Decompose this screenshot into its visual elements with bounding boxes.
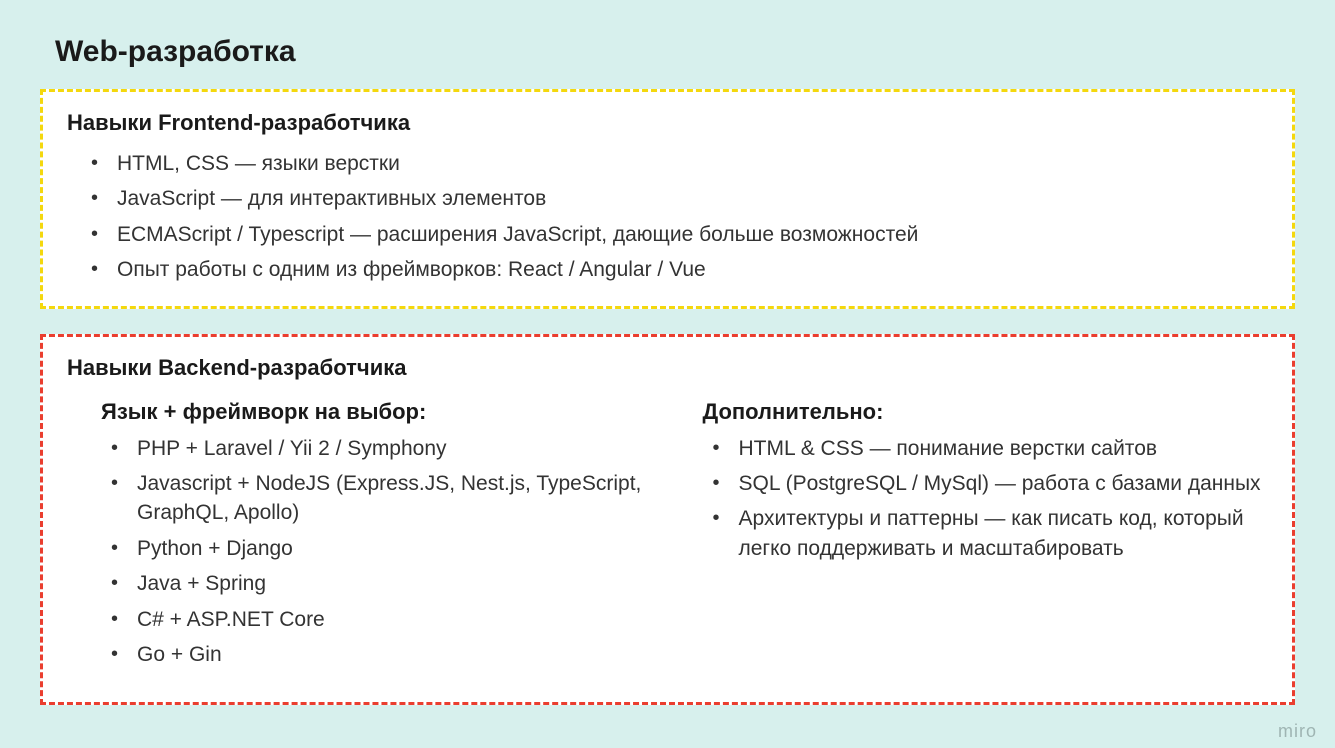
list-item: HTML, CSS — языки верстки xyxy=(107,146,1264,181)
frontend-heading: Навыки Frontend-разработчика xyxy=(61,110,1264,136)
miro-watermark: miro xyxy=(1278,721,1317,742)
list-item: JavaScript — для интерактивных элементов xyxy=(107,181,1264,216)
list-item: Java + Spring xyxy=(127,566,663,601)
backend-languages-list: PHP + Laravel / Yii 2 / Symphony Javascr… xyxy=(101,431,663,673)
page-title: Web-разработка xyxy=(0,0,1335,69)
list-item: Javascript + NodeJS (Express.JS, Nest.js… xyxy=(127,466,663,531)
list-item: PHP + Laravel / Yii 2 / Symphony xyxy=(127,431,663,466)
list-item: HTML & CSS — понимание верстки сайтов xyxy=(729,431,1265,466)
list-item: Опыт работы с одним из фреймворков: Reac… xyxy=(107,252,1264,287)
backend-heading: Навыки Backend-разработчика xyxy=(61,355,1264,381)
backend-extra-heading: Дополнительно: xyxy=(703,399,1265,425)
frontend-card: Навыки Frontend-разработчика HTML, CSS —… xyxy=(40,89,1295,309)
list-item: Python + Django xyxy=(127,531,663,566)
backend-extra-column: Дополнительно: HTML & CSS — понимание ве… xyxy=(703,399,1265,673)
backend-columns: Язык + фреймворк на выбор: PHP + Laravel… xyxy=(61,399,1264,673)
list-item: C# + ASP.NET Core xyxy=(127,602,663,637)
list-item: Архитектуры и паттерны — как писать код,… xyxy=(729,501,1265,566)
list-item: Go + Gin xyxy=(127,637,663,672)
backend-extra-list: HTML & CSS — понимание верстки сайтов SQ… xyxy=(703,431,1265,567)
backend-languages-heading: Язык + фреймворк на выбор: xyxy=(101,399,663,425)
backend-card: Навыки Backend-разработчика Язык + фрейм… xyxy=(40,334,1295,706)
list-item: ECMAScript / Typescript — расширения Jav… xyxy=(107,217,1264,252)
list-item: SQL (PostgreSQL / MySql) — работа с база… xyxy=(729,466,1265,501)
frontend-skill-list: HTML, CSS — языки верстки JavaScript — д… xyxy=(61,146,1264,288)
backend-languages-column: Язык + фреймворк на выбор: PHP + Laravel… xyxy=(101,399,663,673)
